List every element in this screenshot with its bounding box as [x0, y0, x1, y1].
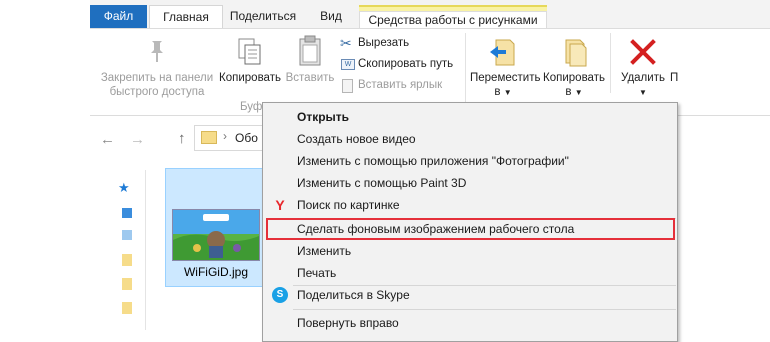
rename-partial-label[interactable]: П: [670, 71, 678, 85]
copy-to-icon: [565, 39, 587, 67]
tab-view[interactable]: Вид: [303, 5, 359, 28]
move-to-label-1: Переместить: [470, 72, 541, 84]
quick-access-star-icon[interactable]: ★: [118, 180, 130, 196]
move-to-label-2: в ▼: [494, 86, 512, 98]
tab-home[interactable]: Главная: [149, 5, 223, 29]
yandex-icon: Y: [275, 197, 285, 213]
paste-shortcut-button[interactable]: Вставить ярлык: [338, 77, 468, 95]
menu-item-label: Печать: [297, 266, 337, 280]
move-to-button[interactable]: Переместить в ▼: [470, 35, 541, 101]
menu-item-search-by-image[interactable]: Y Поиск по картинке: [263, 194, 677, 216]
pin-quick-access-button[interactable]: Закрепить на панели быстрого доступа: [94, 35, 220, 99]
ribbon-separator: [465, 33, 466, 113]
copy-icon: [238, 38, 261, 65]
pin-icon: [151, 41, 163, 62]
context-menu: Открыть Создать новое видео Изменить с п…: [262, 102, 678, 342]
file-tile[interactable]: WiFiGiD.jpg: [165, 168, 265, 287]
paste-shortcut-label: Вставить ярлык: [358, 79, 443, 91]
menu-item-label: Создать новое видео: [297, 132, 416, 146]
menu-item-label: Изменить: [297, 244, 352, 258]
scissors-icon: ✂: [340, 35, 352, 51]
nav-item-icon[interactable]: [122, 230, 132, 240]
nav-item-icon[interactable]: [122, 208, 132, 218]
ribbon-separator: [610, 33, 611, 93]
menu-item-create-video[interactable]: Создать новое видео: [263, 128, 677, 150]
menu-divider: [293, 309, 676, 310]
folder-icon: [201, 131, 217, 144]
delete-x-icon: [630, 39, 656, 65]
pin-label-2: быстрого доступа: [109, 86, 205, 98]
skype-icon: S: [272, 287, 288, 303]
cut-button[interactable]: ✂ Вырезать: [338, 35, 458, 53]
delete-label: Удалить: [621, 72, 665, 84]
chevron-down-icon: ▼: [503, 88, 512, 97]
copy-path-label: Скопировать путь: [358, 58, 454, 70]
breadcrumb[interactable]: Обо: [235, 131, 258, 145]
menu-item-label: Открыть: [297, 110, 350, 124]
up-arrow-icon[interactable]: ↑: [178, 130, 186, 147]
nav-item-icon[interactable]: [122, 254, 132, 266]
menu-item-label: Поделиться в Skype: [297, 288, 410, 302]
menu-item-edit[interactable]: Изменить: [263, 240, 677, 262]
nav-item-icon[interactable]: [122, 302, 132, 314]
chevron-down-icon: ▼: [574, 88, 583, 97]
menu-item-open[interactable]: Открыть: [263, 106, 677, 128]
pin-label-1: Закрепить на панели: [100, 72, 214, 84]
menu-item-rotate-right[interactable]: Повернуть вправо: [263, 312, 677, 334]
back-arrow-icon[interactable]: ←: [100, 131, 115, 148]
copy-button[interactable]: Копировать: [216, 35, 284, 99]
chevron-right-icon: ›: [223, 129, 227, 143]
menu-item-edit-photos[interactable]: Изменить с помощью приложения "Фотографи…: [263, 150, 677, 172]
paste-button[interactable]: Вставить: [283, 35, 337, 99]
paste-shortcut-icon: [342, 79, 353, 93]
nav-item-icon[interactable]: [122, 278, 132, 290]
delete-button[interactable]: Удалить ▼: [616, 35, 670, 101]
copy-path-button[interactable]: W Скопировать путь: [338, 56, 468, 74]
menu-item-label: Поиск по картинке: [297, 198, 400, 212]
tab-picture-tools[interactable]: Средства работы с рисунками: [359, 5, 547, 30]
copy-to-label-1: Копировать: [543, 72, 605, 84]
clipboard-icon: [299, 35, 321, 66]
explorer-window: Файл Главная Поделиться Вид Средства раб…: [0, 0, 770, 342]
copy-to-label-2: в ▼: [565, 86, 583, 98]
tab-share[interactable]: Поделиться: [223, 5, 303, 28]
move-to-icon: [490, 39, 515, 66]
chevron-down-icon: ▼: [639, 88, 647, 97]
menu-item-print[interactable]: Печать: [263, 262, 677, 284]
menu-item-edit-paint3d[interactable]: Изменить с помощью Paint 3D: [263, 172, 677, 194]
menu-item-label: Изменить с помощью приложения "Фотографи…: [297, 154, 569, 168]
menu-item-share-skype[interactable]: S Поделиться в Skype: [263, 284, 677, 306]
paste-label: Вставить: [285, 72, 335, 84]
highlight-frame: [266, 218, 675, 240]
image-thumbnail: [172, 209, 260, 261]
navigation-pane: ★: [90, 170, 146, 330]
copy-label: Копировать: [219, 72, 281, 84]
menu-item-label: Изменить с помощью Paint 3D: [297, 176, 467, 190]
file-name-label: WiFiGiD.jpg: [183, 265, 248, 279]
tab-file[interactable]: Файл: [90, 5, 147, 28]
copy-to-button[interactable]: Копировать в ▼: [542, 35, 606, 101]
copy-path-icon: W: [341, 59, 355, 70]
forward-arrow-icon[interactable]: →: [130, 131, 145, 148]
cut-label: Вырезать: [358, 37, 410, 49]
thumbnail-picture-icon: [173, 210, 259, 260]
menu-item-label: Повернуть вправо: [297, 316, 399, 330]
